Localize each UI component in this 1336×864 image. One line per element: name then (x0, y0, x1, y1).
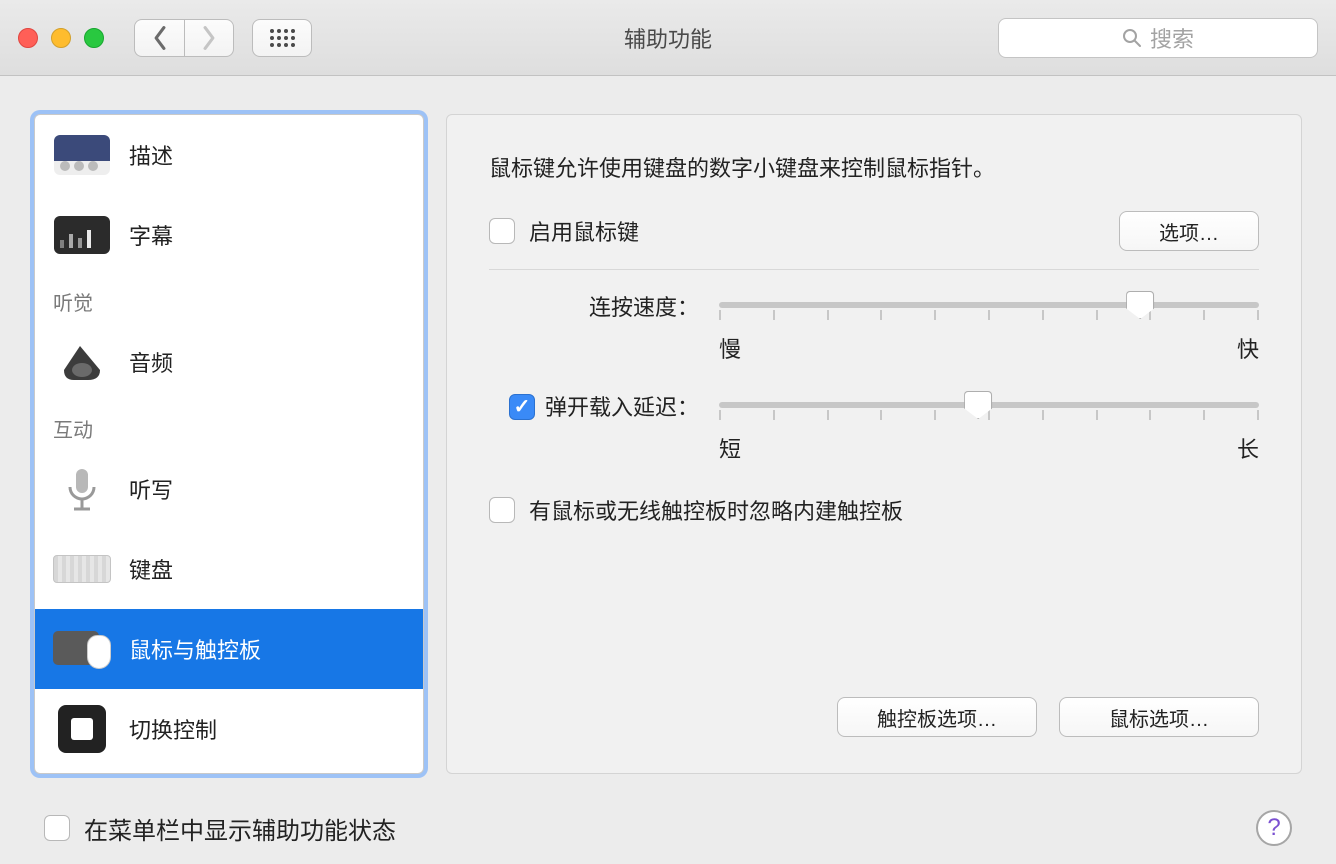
ignore-builtin-trackpad-label: 有鼠标或无线触控板时忽略内建触控板 (529, 494, 903, 526)
show-all-button[interactable] (252, 19, 312, 57)
description-icon (53, 131, 111, 179)
sidebar-section-hearing: 听觉 (35, 275, 423, 322)
sidebar-item-description[interactable]: 描述 (35, 115, 423, 195)
close-window-button[interactable] (18, 28, 38, 48)
mouse-options-button[interactable]: 鼠标选项… (1059, 697, 1259, 737)
enable-mouse-keys-checkbox[interactable] (489, 218, 515, 244)
search-input[interactable]: 搜索 (998, 18, 1318, 58)
sidebar-item-keyboard[interactable]: 键盘 (35, 529, 423, 609)
sidebar-item-label: 听写 (129, 473, 173, 505)
slider-high-label: 长 (1237, 432, 1259, 464)
back-button[interactable] (134, 19, 184, 57)
captions-icon (53, 211, 111, 259)
titlebar: 辅助功能 搜索 (0, 0, 1336, 76)
settings-pane: 鼠标键允许使用键盘的数字小键盘来控制鼠标指针。 启用鼠标键 选项… 连按速度： (446, 114, 1302, 774)
category-sidebar[interactable]: 描述 字幕 听觉 音频 互动 听写 键盘 (34, 114, 424, 774)
mouse-keys-options-button[interactable]: 选项… (1119, 211, 1259, 251)
minimize-window-button[interactable] (51, 28, 71, 48)
help-button[interactable]: ? (1256, 810, 1292, 846)
enable-mouse-keys-label: 启用鼠标键 (529, 215, 639, 247)
forward-button[interactable] (184, 19, 234, 57)
slider-high-label: 快 (1237, 332, 1259, 364)
show-status-menubar-checkbox[interactable] (44, 815, 70, 841)
show-status-menubar-label: 在菜单栏中显示辅助功能状态 (84, 811, 396, 846)
keyboard-icon (53, 545, 111, 593)
slider-low-label: 慢 (719, 332, 741, 364)
sidebar-item-dictation[interactable]: 听写 (35, 449, 423, 529)
sidebar-item-audio[interactable]: 音频 (35, 322, 423, 402)
search-placeholder: 搜索 (1150, 22, 1194, 54)
sidebar-item-label: 描述 (129, 139, 173, 171)
sidebar-section-interact: 互动 (35, 402, 423, 449)
spring-loading-label: 弹开载入延迟： (545, 394, 699, 422)
sidebar-item-mouse-trackpad[interactable]: 鼠标与触控板 (35, 609, 423, 689)
sidebar-item-switch-control[interactable]: 切换控制 (35, 689, 423, 769)
sidebar-item-label: 键盘 (129, 553, 173, 585)
mouse-trackpad-icon (53, 625, 111, 673)
audio-icon (53, 338, 111, 386)
ignore-builtin-trackpad-checkbox[interactable] (489, 497, 515, 523)
microphone-icon (53, 465, 111, 513)
sidebar-item-label: 音频 (129, 346, 173, 378)
window-controls (18, 28, 104, 48)
double-click-speed-label: 连按速度： (489, 294, 719, 322)
sidebar-item-label: 鼠标与触控板 (129, 633, 261, 665)
double-click-speed-slider[interactable] (719, 294, 1259, 316)
spring-loading-delay-slider[interactable] (719, 394, 1259, 416)
intro-text: 鼠标键允许使用键盘的数字小键盘来控制鼠标指针。 (489, 151, 1259, 183)
sidebar-item-captions[interactable]: 字幕 (35, 195, 423, 275)
trackpad-options-button[interactable]: 触控板选项… (837, 697, 1037, 737)
search-icon (1122, 28, 1142, 48)
slider-low-label: 短 (719, 432, 741, 464)
spring-loading-checkbox[interactable] (509, 394, 535, 420)
zoom-window-button[interactable] (84, 28, 104, 48)
sidebar-item-label: 切换控制 (129, 713, 217, 745)
separator (489, 269, 1259, 270)
sidebar-item-label: 字幕 (129, 219, 173, 251)
switch-control-icon (53, 705, 111, 753)
